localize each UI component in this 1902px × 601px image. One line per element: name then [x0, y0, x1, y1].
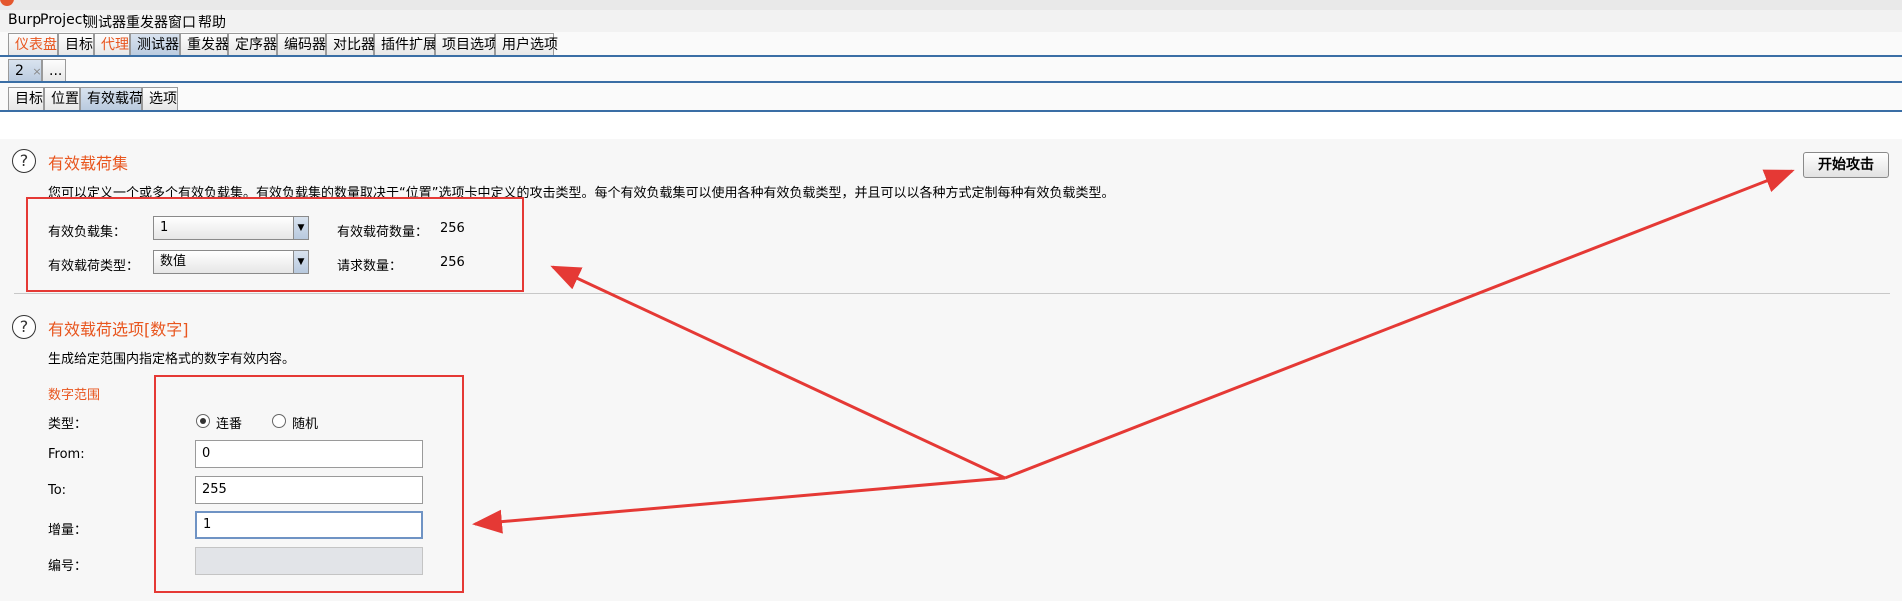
annotation-arrow-to-payload-sets: [550, 265, 1006, 480]
annotation-arrow-to-start-button: [1004, 169, 1795, 480]
annotation-arrows: [472, 169, 1795, 534]
annotation-arrow-to-step-input: [472, 476, 1006, 534]
